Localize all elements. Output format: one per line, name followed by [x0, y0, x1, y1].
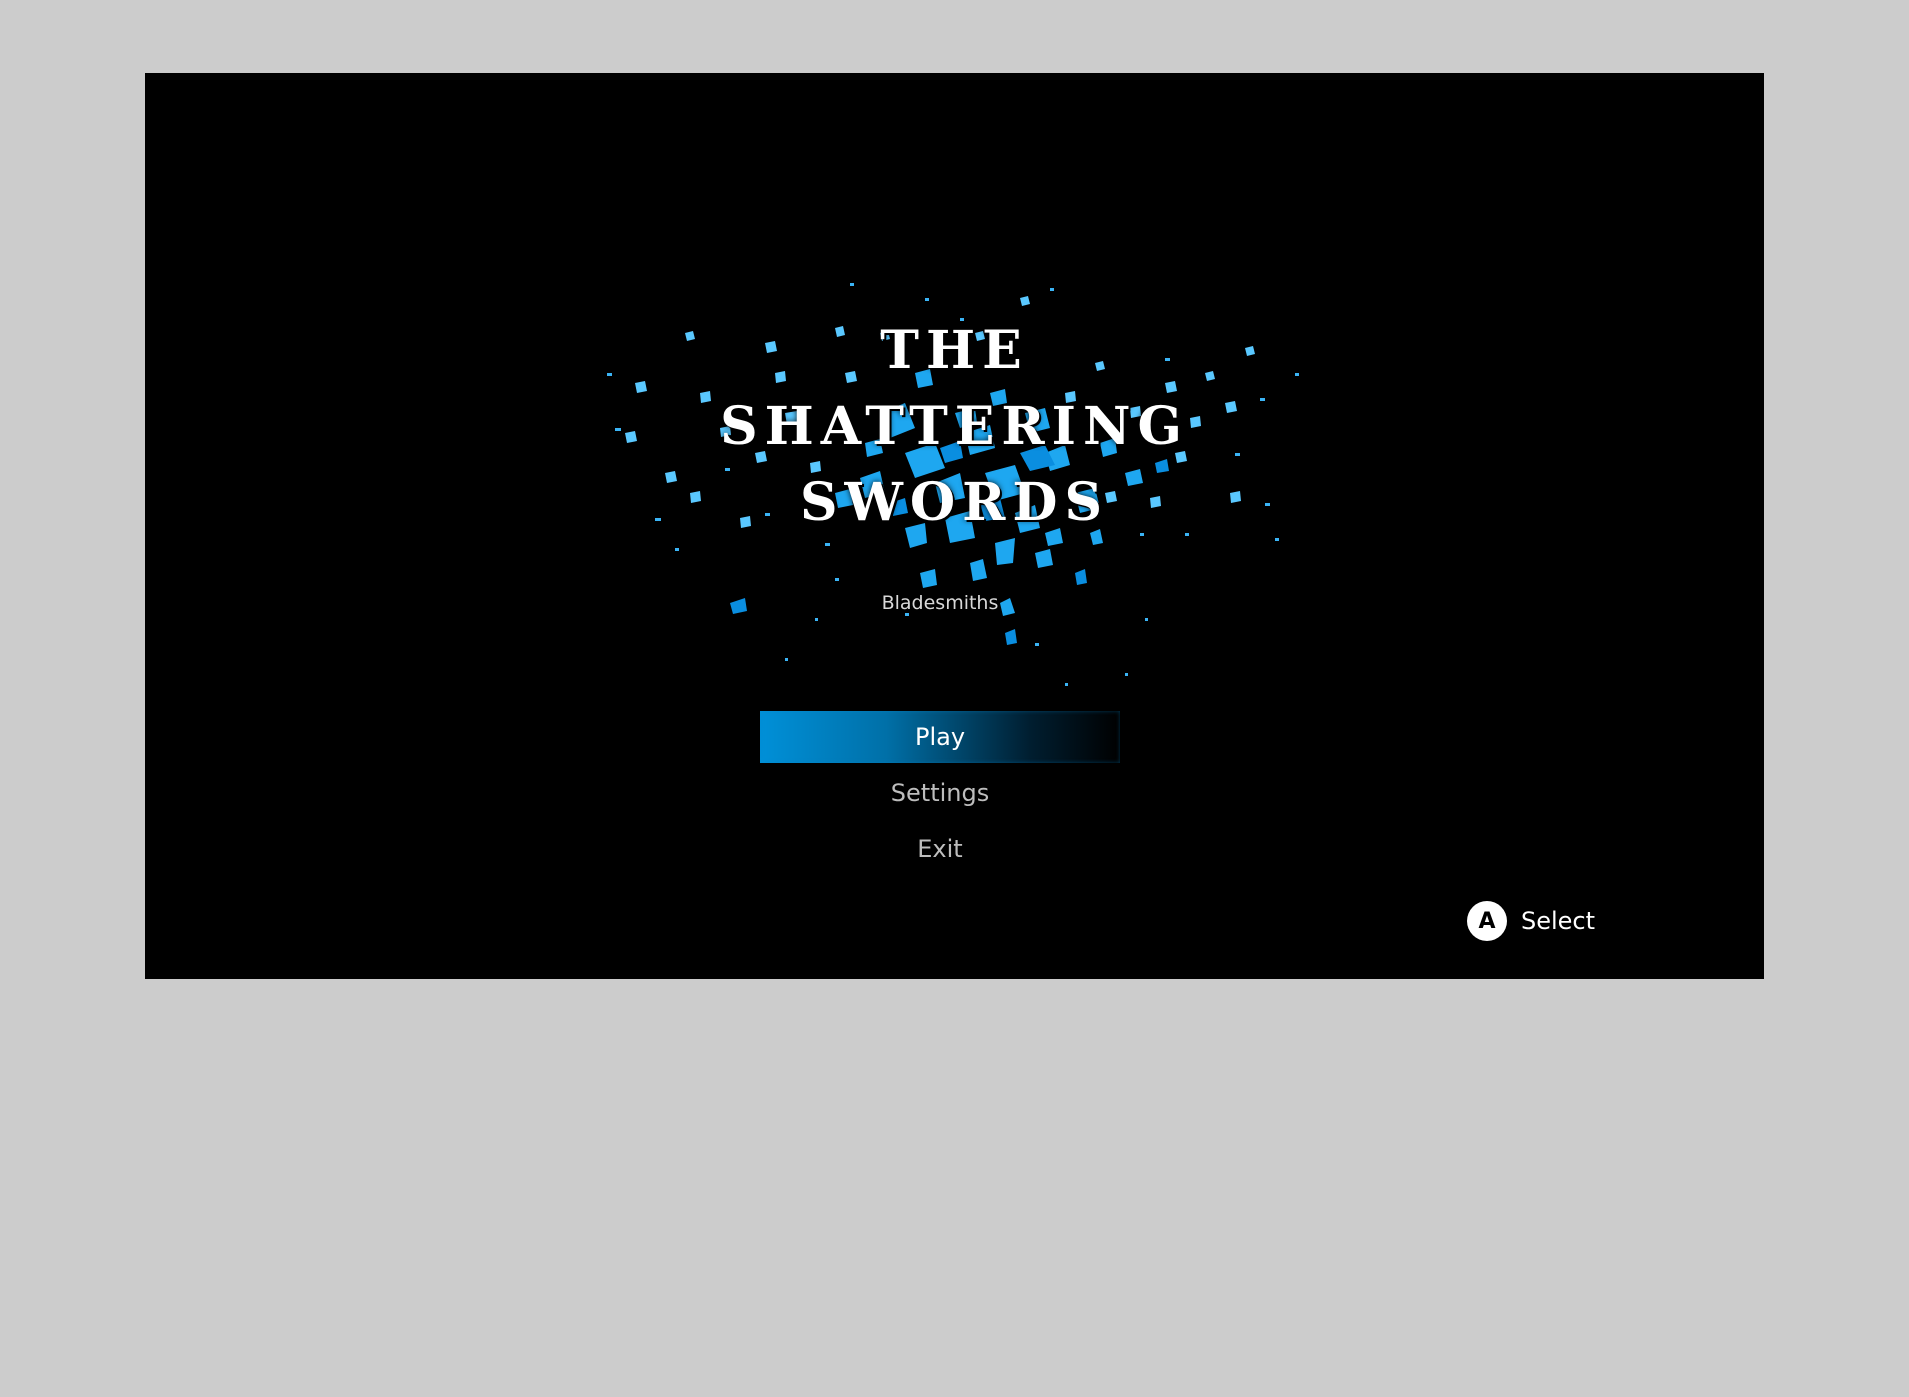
select-hint: A Select — [1467, 901, 1595, 941]
menu-settings-label: Settings — [890, 779, 990, 807]
menu-exit-button[interactable]: Exit — [760, 823, 1120, 875]
menu-settings-button[interactable]: Settings — [760, 767, 1120, 819]
studio-name: Bladesmiths — [881, 592, 999, 614]
game-title: THE SHATTERING SWORDS — [145, 313, 1764, 541]
game-title-line-2: SHATTERING — [720, 396, 1189, 457]
game-title-line-1: THE — [880, 320, 1029, 381]
select-hint-label: Select — [1521, 907, 1596, 935]
a-button-icon: A — [1467, 901, 1507, 941]
menu-play-button[interactable]: Play — [760, 711, 1120, 763]
game-screen: THE SHATTERING SWORDS Bladesmiths Play S… — [145, 73, 1764, 979]
menu-play-label: Play — [914, 723, 966, 751]
menu-exit-label: Exit — [917, 835, 963, 863]
game-title-line-3: SWORDS — [799, 472, 1110, 533]
main-menu: Play Settings Exit — [760, 711, 1120, 879]
